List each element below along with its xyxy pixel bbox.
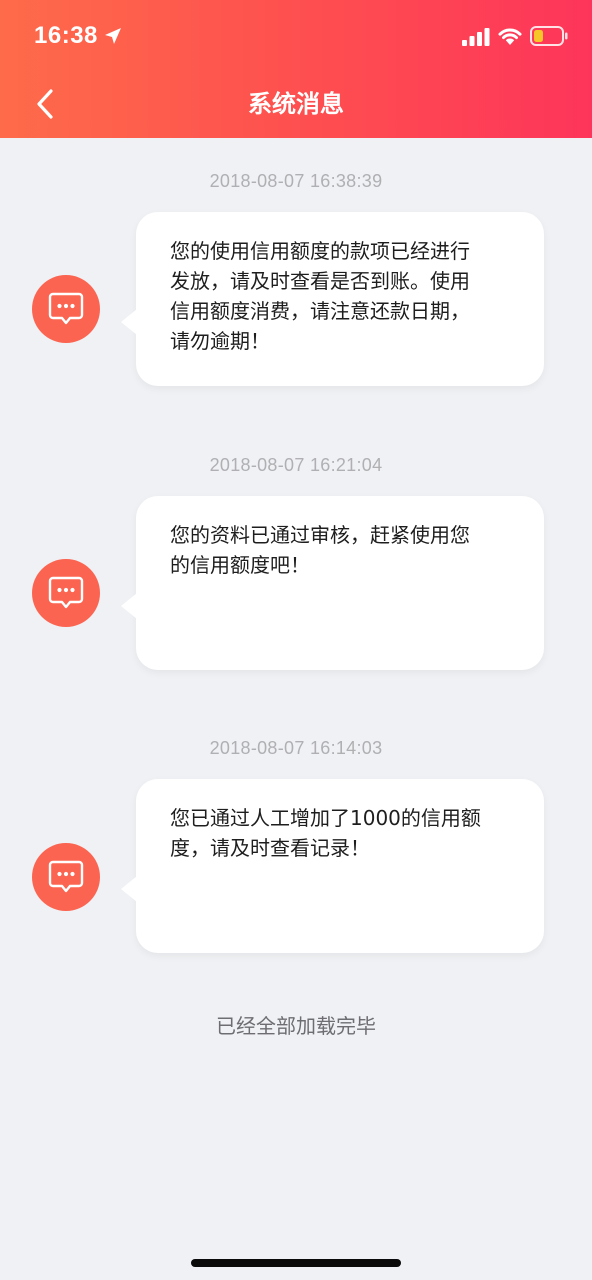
message-timestamp: 2018-08-07 16:38:39 <box>209 171 383 191</box>
status-time: 16:38 <box>34 22 98 49</box>
location-arrow-icon <box>105 28 121 44</box>
message-bubble[interactable]: 您的使用信用额度的款项已经进行 发放，请及时查看是否到账。使用 信用额度消费，请… <box>121 212 544 386</box>
message-timestamp: 2018-08-07 16:14:03 <box>209 738 383 758</box>
cellular-signal-icon <box>462 28 490 46</box>
page-title: 系统消息 <box>248 90 344 118</box>
wifi-icon <box>498 28 522 45</box>
message-bubble-icon <box>48 576 84 609</box>
message-text: 您的使用信用额度的款项已经进行 发放，请及时查看是否到账。使用 信用额度消费，请… <box>170 239 470 353</box>
message-text: 您的资料已通过审核，赶紧使用您 的信用额度吧！ <box>170 523 470 577</box>
home-indicator[interactable] <box>191 1259 401 1267</box>
load-complete-text: 已经全部加载完毕 <box>216 1014 376 1038</box>
app-header: 16:38 系统消息 <box>0 0 592 138</box>
message-avatar <box>32 275 100 343</box>
battery-low-icon <box>530 26 568 46</box>
message-avatar <box>32 559 100 627</box>
message-bubble-icon <box>48 860 84 893</box>
message-avatar <box>32 843 100 911</box>
message-text: 您已通过人工增加了1000的信用额 度，请及时查看记录！ <box>170 806 481 860</box>
message-timestamp: 2018-08-07 16:21:04 <box>209 455 383 475</box>
message-bubble[interactable]: 您已通过人工增加了1000的信用额 度，请及时查看记录！ <box>121 779 544 953</box>
message-bubble-icon <box>48 292 84 325</box>
message-bubble[interactable]: 您的资料已通过审核，赶紧使用您 的信用额度吧！ <box>121 496 544 670</box>
